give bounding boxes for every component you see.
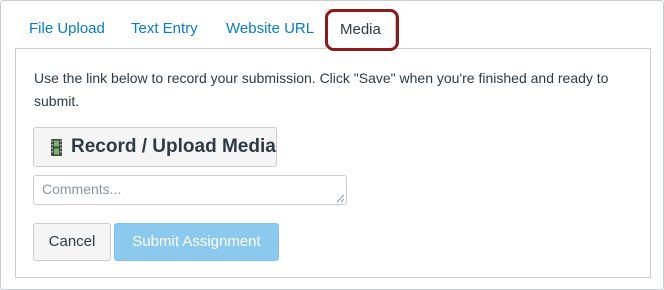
- tab-website-url[interactable]: Website URL: [226, 9, 314, 47]
- tab-media[interactable]: Media: [325, 9, 396, 49]
- resize-grip-icon[interactable]: [336, 194, 345, 203]
- record-upload-media-label: Record / Upload Media: [71, 136, 276, 157]
- submission-type-tabs: File Upload Text Entry Website URL Media: [15, 9, 651, 49]
- submit-assignment-button[interactable]: Submit Assignment: [114, 223, 279, 261]
- tab-text-entry[interactable]: Text Entry: [131, 9, 198, 47]
- record-upload-media-button[interactable]: Record / Upload Media: [33, 127, 277, 167]
- media-submission-panel: Use the link below to record your submis…: [15, 48, 651, 278]
- tab-file-upload[interactable]: File Upload: [29, 9, 105, 47]
- film-strip-icon: [51, 138, 62, 156]
- submission-container: File Upload Text Entry Website URL Media…: [0, 0, 664, 290]
- cancel-button[interactable]: Cancel: [33, 223, 111, 261]
- comments-field[interactable]: [33, 175, 347, 205]
- instructions-text: Use the link below to record your submis…: [34, 70, 609, 109]
